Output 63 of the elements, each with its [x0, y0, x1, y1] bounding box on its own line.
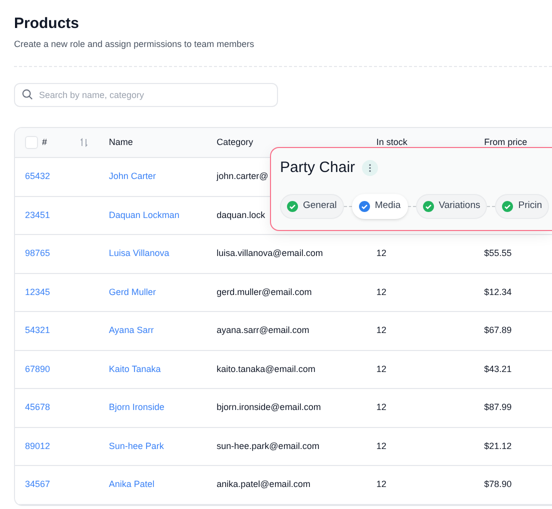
- column-header: Category: [216, 136, 254, 147]
- name-link[interactable]: Sun-hee Park: [108, 440, 164, 450]
- table-cell: $78.90: [484, 479, 512, 489]
- table-cell: gerd.muller@email.com: [216, 286, 312, 296]
- check-icon: [358, 201, 370, 212]
- table-cell: 12: [376, 325, 386, 335]
- column-header: In stock: [376, 136, 408, 147]
- check-icon: [287, 201, 298, 212]
- check-icon: [502, 201, 514, 212]
- name-link[interactable]: Gerd Muller: [108, 286, 156, 296]
- table-cell: ayana.sarr@email.com: [216, 325, 310, 335]
- table-cell: $12.34: [484, 286, 512, 296]
- sort-icon[interactable]: [80, 138, 88, 147]
- more-icon: [369, 164, 372, 172]
- product-id-link[interactable]: 89012: [25, 440, 50, 450]
- product-id-link[interactable]: 54321: [25, 325, 50, 335]
- popup-title: Party Chair: [280, 158, 356, 178]
- product-id-link[interactable]: 23451: [25, 210, 50, 220]
- table-cell: $21.12: [484, 440, 512, 450]
- column-header: #: [42, 136, 48, 149]
- name-link[interactable]: John Carter: [108, 171, 156, 181]
- product-id-link[interactable]: 34567: [25, 479, 50, 489]
- step-tab[interactable]: Media: [352, 194, 408, 219]
- table-cell: 12: [376, 248, 386, 258]
- search-field[interactable]: Search by name, category: [14, 83, 278, 107]
- table-cell: 12: [376, 479, 386, 489]
- name-link[interactable]: Daquan Lockman: [108, 210, 180, 220]
- step-tab[interactable]: General: [280, 194, 344, 219]
- select-all-checkbox[interactable]: [25, 136, 38, 149]
- table-cell: luisa.villanova@email.com: [216, 248, 323, 258]
- page-title: Products: [14, 14, 80, 34]
- product-id-link[interactable]: 12345: [25, 286, 50, 296]
- name-link[interactable]: Anika Patel: [108, 479, 154, 489]
- check-icon: [422, 201, 434, 212]
- column-header: From price: [484, 136, 528, 147]
- more-button[interactable]: [362, 160, 378, 176]
- table-cell: daquan.lock: [216, 210, 266, 220]
- column-header: Name: [108, 136, 133, 147]
- page-subtitle: Create a new role and assign permissions to team members: [14, 38, 256, 50]
- table-cell: $55.55: [484, 248, 512, 258]
- name-link[interactable]: Bjorn Ironside: [108, 402, 164, 412]
- product-id-link[interactable]: 67890: [25, 364, 50, 374]
- product-id-link[interactable]: 98765: [25, 248, 50, 258]
- table-cell: sun-hee.park@email.com: [216, 440, 320, 450]
- product-id-link[interactable]: 65432: [25, 171, 50, 181]
- table-cell: 12: [376, 286, 386, 296]
- search-icon: [22, 88, 33, 100]
- table-cell: 12: [376, 364, 386, 374]
- name-link[interactable]: Luisa Villanova: [108, 248, 170, 258]
- table-cell: anika.patel@email.com: [216, 479, 310, 489]
- table-cell: $87.99: [484, 402, 512, 412]
- table-cell: $67.89: [484, 325, 512, 335]
- name-link[interactable]: Kaito Tanaka: [108, 364, 161, 374]
- table-cell: 12: [376, 402, 386, 412]
- name-link[interactable]: Ayana Sarr: [108, 325, 154, 335]
- table-cell: 12: [376, 440, 386, 450]
- product-id-link[interactable]: 45678: [25, 402, 50, 412]
- table-cell: kaito.tanaka@email.com: [216, 364, 316, 374]
- table-cell: john.carter@: [216, 171, 268, 181]
- step-tab[interactable]: Variations: [416, 194, 488, 219]
- table-cell: $43.21: [484, 364, 512, 374]
- table-cell: bjorn.ironside@email.com: [216, 402, 321, 412]
- step-tab[interactable]: Pricin: [495, 194, 549, 219]
